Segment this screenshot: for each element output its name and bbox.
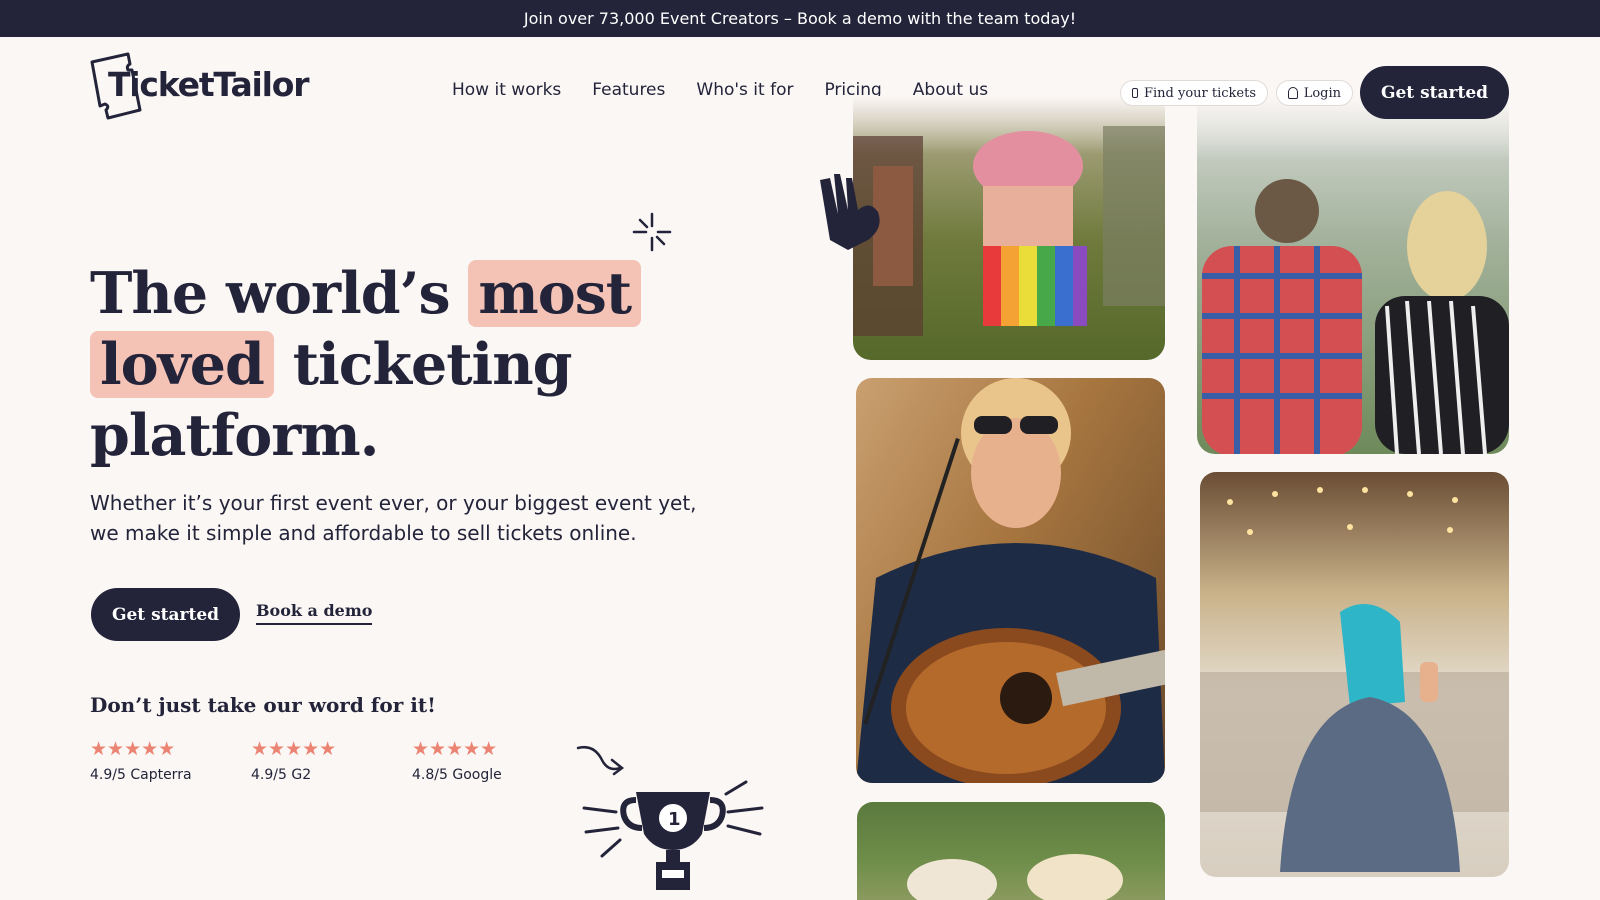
festival-dancers-photo [853,96,1165,360]
g2-rating: 4.9/5 G2 [251,767,312,783]
capterra-stars: ★★★★★ [90,738,176,760]
trophy-icon: 1 [582,780,764,890]
login-button[interactable]: Login [1276,80,1353,106]
capterra-rating: 4.9/5 Capterra [90,767,192,783]
outdoor-hats-photo [857,802,1165,900]
hero-title-highlight-most: most [468,260,642,327]
rating-google: ★★★★★ 4.8/5 Google [412,738,502,783]
hero-title-part1: The world’s [90,260,451,327]
arrow-doodle-icon [576,746,625,776]
nav-features[interactable]: Features [592,80,665,100]
header-get-started-label: Get started [1380,82,1489,103]
find-tickets-button[interactable]: Find your tickets [1120,80,1268,106]
announcement-text: Join over 73,000 Event Creators – Book a… [523,9,1077,28]
guitarist-singing-photo [856,378,1165,783]
festival-crowd-photo [1197,96,1509,454]
logo[interactable]: TicketTailor [88,52,309,122]
nav-how-it-works[interactable]: How it works [452,80,561,100]
hero-title-highlight-loved: loved [90,331,274,398]
google-rating: 4.8/5 Google [412,767,502,783]
logo-text: TicketTailor [108,65,309,104]
reviews-heading: Don’t just take our word for it! [90,693,436,717]
login-label: Login [1303,85,1341,101]
sparkle-icon [632,212,672,252]
find-tickets-label: Find your tickets [1143,85,1256,101]
hero-title-part3: platform. [90,402,379,469]
hero-subtitle: Whether it’s your first event ever, or y… [90,491,697,545]
google-stars: ★★★★★ [412,738,498,760]
announcement-bar[interactable]: Join over 73,000 Event Creators – Book a… [0,0,1600,37]
ticket-icon [1132,88,1138,98]
header-get-started-button[interactable]: Get started [1360,66,1509,119]
ok-hand-icon [820,174,880,250]
g2-stars: ★★★★★ [251,738,337,760]
hero-get-started-button[interactable]: Get started [91,588,240,641]
user-icon [1288,87,1298,99]
nav-whos-it-for[interactable]: Who's it for [696,80,793,100]
rating-g2: ★★★★★ 4.9/5 G2 [251,738,336,783]
svg-text:1: 1 [668,809,681,830]
hero-get-started-label: Get started [111,604,220,625]
hero-title-part2: ticketing [292,331,573,398]
conference-speaker-photo [1200,472,1509,877]
rating-capterra: ★★★★★ 4.9/5 Capterra [90,738,192,783]
hero-title: The world’s most loved ticketing platfor… [90,258,790,471]
book-demo-link[interactable]: Book a demo [256,601,373,625]
